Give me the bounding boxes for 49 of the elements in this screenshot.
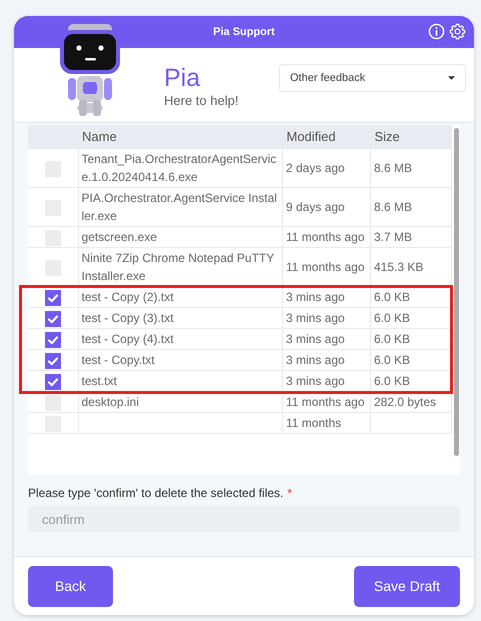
table-cell: getscreen.exe <box>78 226 282 248</box>
category-dropdown[interactable]: Other feedback <box>279 64 466 92</box>
info-icon[interactable] <box>428 23 445 40</box>
table-cell: desktop.ini <box>78 392 282 412</box>
checkmark-icon <box>46 292 59 304</box>
table-cell: test - Copy (3).txt <box>78 308 282 328</box>
table-cell: 11 months <box>282 412 370 434</box>
footer-button[interactable]: Back <box>28 566 113 606</box>
scrollbar[interactable] <box>454 128 459 456</box>
field-label: Please type 'confirm' to delete the selected files. <box>28 486 284 500</box>
table-cell: 8.6 MB <box>370 148 452 188</box>
checkmark-icon <box>46 334 59 346</box>
caret-icon <box>448 76 455 80</box>
table-cell: 3 mins ago <box>282 286 370 308</box>
confirm-field[interactable]: confirm <box>28 506 460 532</box>
checkmark-icon <box>46 312 59 325</box>
table-cell: 11 months ago <box>282 226 370 248</box>
column-header: Name <box>78 125 282 148</box>
table-cell: 9 days ago <box>282 188 370 226</box>
column-header: Size <box>370 125 452 148</box>
table-cell: 8.6 MB <box>370 188 452 226</box>
footer-button[interactable]: Save Draft <box>354 566 460 606</box>
table-cell: 3 mins ago <box>282 308 370 328</box>
assistant-name: Pia <box>164 62 202 92</box>
table-cell: 3 mins ago <box>282 350 370 370</box>
settings-icon[interactable] <box>449 23 466 40</box>
table-cell: test - Copy.txt <box>78 350 282 370</box>
checkbox[interactable] <box>44 332 61 348</box>
column-header: Modified <box>282 125 370 148</box>
window-title: Pia Support <box>213 26 275 38</box>
table-cell: 11 months ago <box>282 392 370 412</box>
checkbox[interactable] <box>44 310 61 327</box>
checkbox[interactable] <box>44 416 61 432</box>
assistant-tagline: Here to help! <box>164 92 238 108</box>
table-cell: Tenant_Pia.OrchestratorAgentService.1.0.20240414.6.exe <box>78 148 282 188</box>
table-cell: 3 mins ago <box>282 328 370 350</box>
table-cell: test - Copy (2).txt <box>78 286 282 308</box>
checkmark-icon <box>46 354 59 367</box>
checkbox[interactable] <box>44 374 61 390</box>
table-cell: test - Copy (4).txt <box>78 328 282 350</box>
checkbox[interactable] <box>44 394 61 411</box>
checkmark-icon <box>46 376 59 388</box>
checkbox[interactable] <box>44 290 61 306</box>
table-cell: 3.7 MB <box>370 226 452 248</box>
table-cell: 282.0 bytes <box>370 392 452 412</box>
required-marker: * <box>287 486 292 500</box>
checkbox[interactable] <box>44 352 61 369</box>
checkbox[interactable] <box>44 230 61 246</box>
table-cell: 2 days ago <box>282 148 370 188</box>
